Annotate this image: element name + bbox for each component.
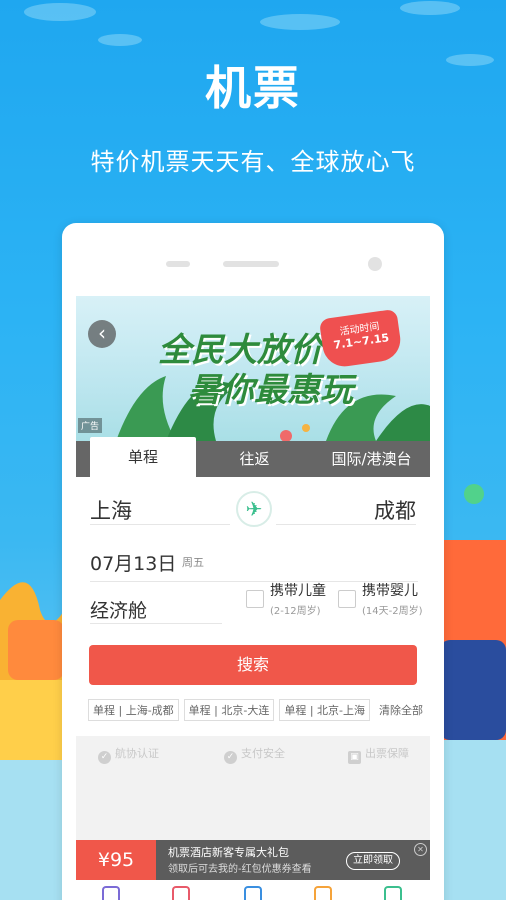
date-field[interactable]: 07月13日 周五 <box>90 539 418 582</box>
check-circle-icon: ✓ <box>98 751 111 764</box>
bottom-nav <box>76 880 430 900</box>
trust-item-payment: ✓ 支付安全 <box>224 745 285 764</box>
infant-checkbox[interactable] <box>338 590 356 608</box>
coupon-bar[interactable]: ¥95 机票酒店新客专属大礼包 领取后可去我的-红包优惠券查看 立即领取 ✕ <box>76 840 430 880</box>
trip-type-tabs: 单程 往返 国际/港澳台 <box>76 437 430 477</box>
banner-headline-line2: 暑你最惠玩 <box>188 370 353 409</box>
app-screen: ‹ 全民大放价 暑你最惠玩 活动时间 7.1~7.15 广告 单程 往返 国际/… <box>76 296 430 900</box>
history-item[interactable]: 单程 | 北京-大连 <box>183 699 275 721</box>
airplane-icon[interactable]: ✈ <box>236 491 272 527</box>
arrival-city[interactable]: 成都 <box>374 495 416 525</box>
cabin-class-select[interactable]: 经济舱 <box>90 582 222 624</box>
banner-headline-line1: 全民大放价 <box>158 330 323 369</box>
clear-history-button[interactable]: 清除全部 <box>379 702 423 718</box>
nav-calendar-icon[interactable] <box>384 886 402 900</box>
nav-bus-icon[interactable] <box>314 886 332 900</box>
trust-item-ticket: ▣ 出票保障 <box>348 745 409 764</box>
coral-right <box>440 484 506 740</box>
phone-camera <box>368 257 382 271</box>
phone-speaker <box>223 261 279 267</box>
departure-weekday: 周五 <box>182 556 204 569</box>
route-selector: 上海 ✈ 成都 <box>76 477 430 539</box>
trust-label: 航协认证 <box>115 747 159 760</box>
coupon-title: 机票酒店新客专属大礼包 <box>168 846 289 859</box>
phone-sensor <box>166 261 190 267</box>
child-age-note: (2-12周岁) <box>270 606 321 617</box>
tab-round-trip[interactable]: 往返 <box>196 441 313 477</box>
infant-label: 携带婴儿 <box>362 583 418 599</box>
promo-banner[interactable]: ‹ 全民大放价 暑你最惠玩 活动时间 7.1~7.15 广告 <box>76 296 430 441</box>
history-item[interactable]: 单程 | 北京-上海 <box>279 699 371 721</box>
search-history: 单程 | 上海-成都 单程 | 北京-大连 单程 | 北京-上海 清除全部 <box>88 699 423 721</box>
trust-badges: ✓ 航协认证 ✓ 支付安全 ▣ 出票保障 <box>76 736 430 840</box>
hero-subtitle: 特价机票天天有、全球放心飞 <box>90 148 416 176</box>
ticket-icon: ▣ <box>348 751 361 764</box>
ad-tag: 广告 <box>78 418 103 433</box>
search-button[interactable]: 搜索 <box>89 645 417 685</box>
coral-left <box>0 582 70 760</box>
divider <box>90 524 230 525</box>
shield-icon: ✓ <box>224 751 237 764</box>
tab-one-way[interactable]: 单程 <box>90 437 196 477</box>
departure-date: 07月13日 <box>90 553 177 575</box>
claim-coupon-button[interactable]: 立即领取 <box>346 852 400 870</box>
back-button[interactable]: ‹ <box>88 320 116 348</box>
nav-hotel-icon[interactable] <box>172 886 190 900</box>
nav-train-icon[interactable] <box>244 886 262 900</box>
child-label: 携带儿童 <box>270 583 326 599</box>
departure-city[interactable]: 上海 <box>90 495 132 525</box>
tab-international[interactable]: 国际/港澳台 <box>313 441 430 477</box>
coupon-note: 领取后可去我的-红包优惠券查看 <box>168 864 312 875</box>
nav-home-icon[interactable] <box>102 886 120 900</box>
history-item[interactable]: 单程 | 上海-成都 <box>88 699 179 721</box>
hero-title: 机票 <box>205 61 301 115</box>
trust-label: 出票保障 <box>365 747 409 760</box>
infant-age-note: (14天-2周岁) <box>362 606 423 617</box>
trust-label: 支付安全 <box>241 747 285 760</box>
close-icon[interactable]: ✕ <box>414 843 427 856</box>
trust-item-certified: ✓ 航协认证 <box>98 745 159 764</box>
coupon-amount: ¥95 <box>76 840 156 880</box>
child-checkbox[interactable] <box>246 590 264 608</box>
